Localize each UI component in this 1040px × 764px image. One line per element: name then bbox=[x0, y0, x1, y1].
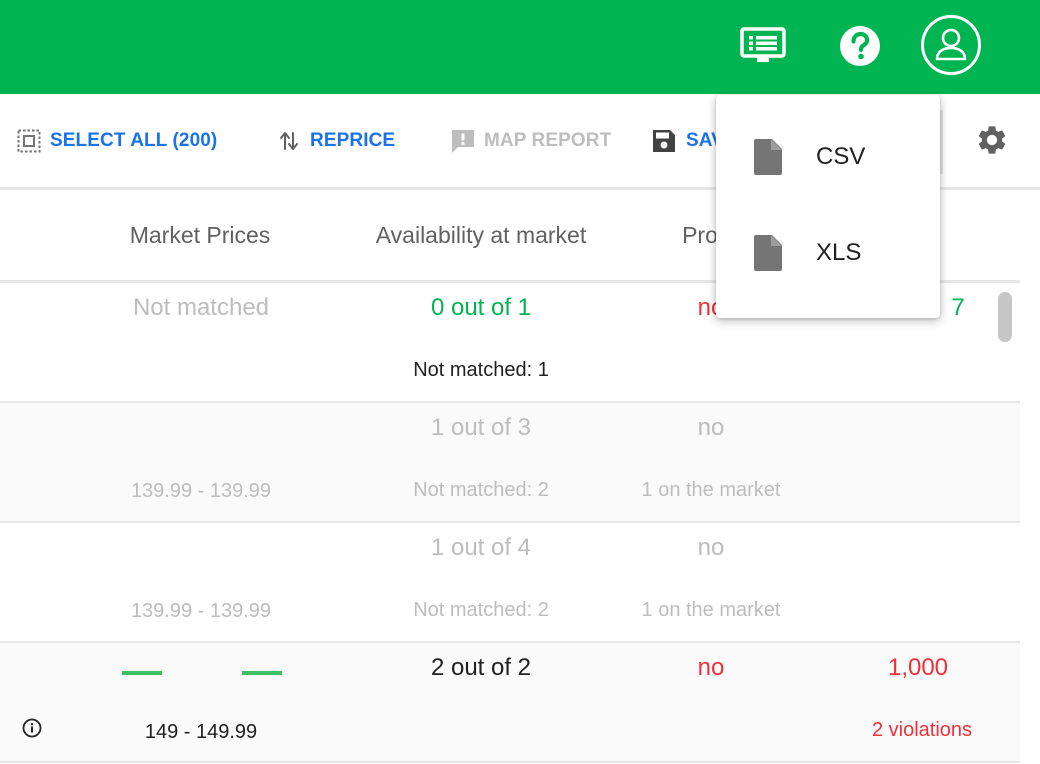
market-prices-value: Not matched bbox=[132, 294, 270, 321]
monitor-list-icon[interactable] bbox=[740, 26, 788, 66]
promo-value: no bbox=[697, 414, 725, 441]
promo-value: no bbox=[697, 534, 725, 561]
availability-sub: Not matched: 2 bbox=[413, 599, 549, 621]
settings-gear-icon[interactable] bbox=[974, 122, 1010, 158]
availability-value: 0 out of 1 bbox=[430, 294, 532, 321]
account-icon[interactable] bbox=[920, 14, 982, 76]
promo-sub: 1 on the market bbox=[641, 479, 781, 501]
market-prices-range: 149 - 149.99 bbox=[144, 721, 258, 743]
loading-dash bbox=[242, 671, 282, 675]
map-report-label: MAP REPORT bbox=[484, 130, 612, 151]
map-report-button[interactable]: MAP REPORT bbox=[450, 126, 611, 156]
info-icon[interactable] bbox=[22, 718, 42, 738]
select-all-button[interactable]: SELECT ALL (200) bbox=[16, 126, 217, 156]
file-icon bbox=[752, 234, 786, 272]
map-value: 1,000 bbox=[887, 654, 949, 681]
export-csv-option[interactable]: CSV bbox=[716, 109, 940, 205]
select-all-icon bbox=[16, 128, 42, 154]
top-app-bar bbox=[0, 0, 1040, 94]
export-xls-option[interactable]: XLS bbox=[716, 205, 940, 301]
scrollbar-thumb[interactable] bbox=[998, 292, 1012, 342]
export-dropdown-menu: CSV XLS bbox=[716, 95, 940, 318]
reprice-label: REPRICE bbox=[310, 130, 396, 151]
export-xls-label: XLS bbox=[816, 239, 862, 266]
promo-sub: 1 on the market bbox=[641, 599, 781, 621]
availability-sub: Not matched: 2 bbox=[413, 479, 549, 501]
help-icon[interactable] bbox=[838, 24, 882, 68]
availability-value: 1 out of 3 bbox=[430, 414, 532, 441]
reprice-button[interactable]: REPRICE bbox=[276, 126, 395, 156]
promo-value: no bbox=[697, 654, 725, 681]
column-header-availability[interactable]: Availability at market bbox=[350, 222, 612, 249]
report-feedback-icon bbox=[450, 128, 476, 154]
file-icon bbox=[752, 138, 786, 176]
market-prices-range: 139.99 - 139.99 bbox=[130, 480, 272, 502]
swap-vertical-icon bbox=[276, 128, 302, 154]
select-all-label: SELECT ALL (200) bbox=[50, 130, 218, 151]
availability-value: 1 out of 4 bbox=[430, 534, 532, 561]
save-floppy-icon bbox=[652, 128, 676, 154]
column-header-market-prices[interactable]: Market Prices bbox=[100, 222, 300, 249]
market-prices-range: 139.99 - 139.99 bbox=[130, 600, 272, 622]
violations-link[interactable]: 2 violations bbox=[836, 719, 1008, 742]
loading-dash bbox=[122, 671, 162, 675]
availability-value: 2 out of 2 bbox=[430, 654, 532, 681]
export-csv-label: CSV bbox=[816, 143, 866, 170]
availability-sub: Not matched: 1 bbox=[413, 359, 549, 381]
